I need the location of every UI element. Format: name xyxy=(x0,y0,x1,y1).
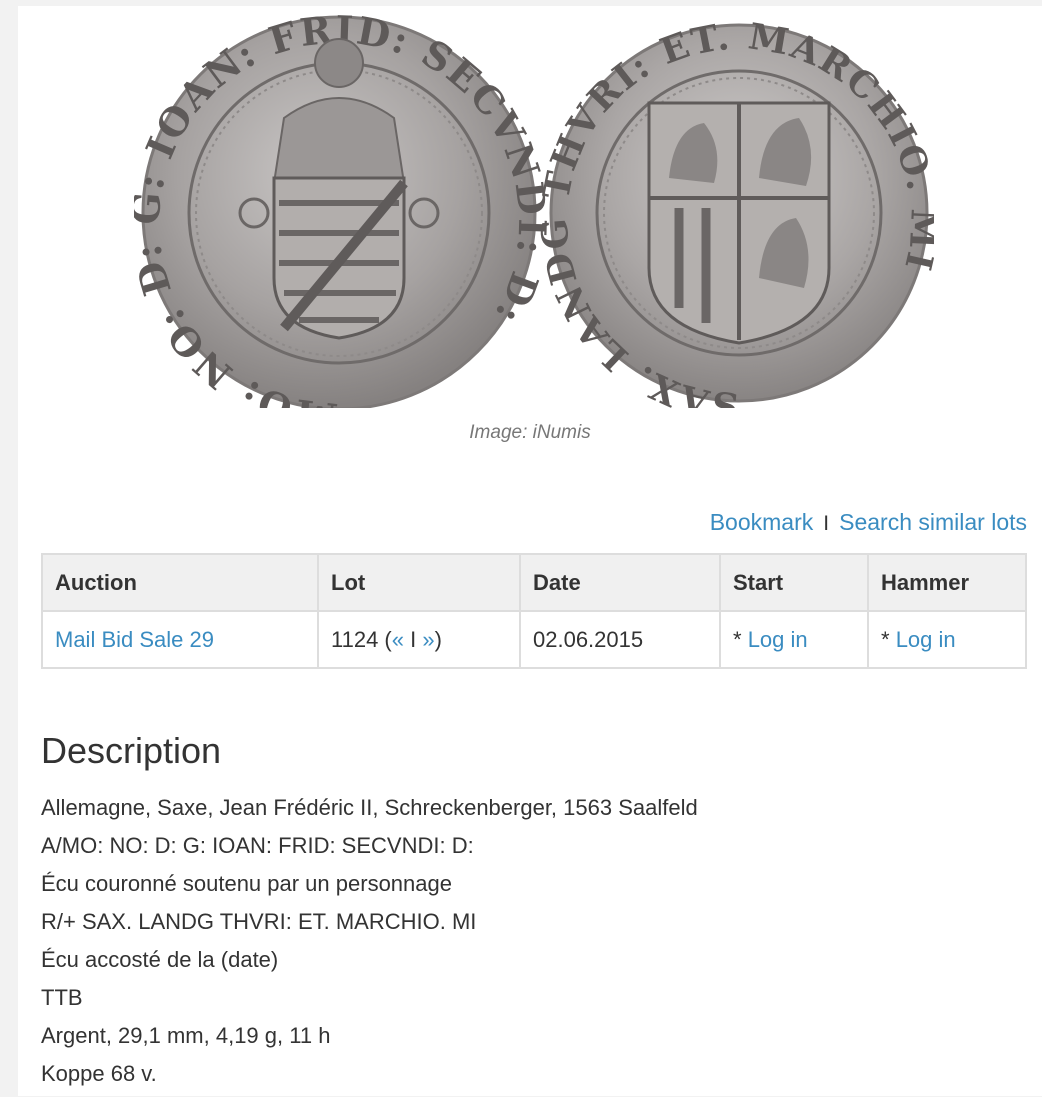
start-login-link[interactable]: Log in xyxy=(748,627,808,652)
bookmark-link[interactable]: Bookmark xyxy=(710,509,814,535)
image-caption: Image: iNumis xyxy=(469,422,591,443)
table-row: Mail Bid Sale 29 1124 (« I ») 02.06.2015… xyxy=(41,610,1027,669)
description-lines: Allemagne, Saxe, Jean Frédéric II, Schre… xyxy=(41,793,698,1097)
auction-table: Auction Lot Date Start Hammer Mail Bid S… xyxy=(41,553,1027,669)
next-lot-link[interactable]: » xyxy=(422,627,434,652)
cell-auction: Mail Bid Sale 29 xyxy=(41,610,319,669)
hammer-login-link[interactable]: Log in xyxy=(896,627,956,652)
description-title: Description xyxy=(41,730,222,771)
cell-date: 02.06.2015 xyxy=(519,610,721,669)
description-line: A/MO: NO: D: G: IOAN: FRID: SECVNDI: D: xyxy=(41,833,474,858)
description-line: R/+ SAX. LANDG THVRI: ET. MARCHIO. MI xyxy=(41,909,477,934)
cell-start: * Log in xyxy=(719,610,869,669)
obverse-coin[interactable]: MO: NO: D: G: IOAN: FRID: SECVNDI: D: xyxy=(134,8,556,408)
auction-link[interactable]: Mail Bid Sale 29 xyxy=(55,627,214,652)
cell-hammer: * Log in xyxy=(867,610,1027,669)
header-date: Date xyxy=(519,553,721,612)
lot-page: MO: NO: D: G: IOAN: FRID: SECVNDI: D: xyxy=(18,6,1042,1096)
coin-images[interactable]: MO: NO: D: G: IOAN: FRID: SECVNDI: D: xyxy=(134,8,934,408)
cell-lot: 1124 (« I ») xyxy=(317,610,521,669)
description-line: Koppe 68 v. xyxy=(41,1061,157,1086)
coin-photo: MO: NO: D: G: IOAN: FRID: SECVNDI: D: xyxy=(134,8,934,408)
start-prefix: * xyxy=(733,626,748,652)
description-line: Allemagne, Saxe, Jean Frédéric II, Schre… xyxy=(41,795,698,820)
lot-close-paren: ) xyxy=(434,626,442,652)
header-lot: Lot xyxy=(317,553,521,612)
lot-nav-separator: I xyxy=(404,626,423,652)
reverse-coin[interactable]: SAX. LANDG THVRI: ET. MARCHIO. MI xyxy=(533,15,934,408)
description-line: Écu accosté de la (date) xyxy=(41,947,279,972)
lot-actions: Bookmark I Search similar lots xyxy=(710,509,1027,536)
table-header-row: Auction Lot Date Start Hammer xyxy=(41,553,1027,612)
header-auction: Auction xyxy=(41,553,319,612)
hammer-prefix: * xyxy=(881,626,896,652)
actions-separator: I xyxy=(823,512,830,535)
lot-number: 1124 ( xyxy=(331,626,392,652)
description-line: TTB xyxy=(41,985,83,1010)
description-line: Écu couronné soutenu par un personnage xyxy=(41,871,452,896)
previous-lot-link[interactable]: « xyxy=(392,627,404,652)
header-start: Start xyxy=(719,553,869,612)
search-similar-link[interactable]: Search similar lots xyxy=(839,509,1027,535)
header-hammer: Hammer xyxy=(867,553,1027,612)
description-line: Argent, 29,1 mm, 4,19 g, 11 h xyxy=(41,1023,331,1048)
